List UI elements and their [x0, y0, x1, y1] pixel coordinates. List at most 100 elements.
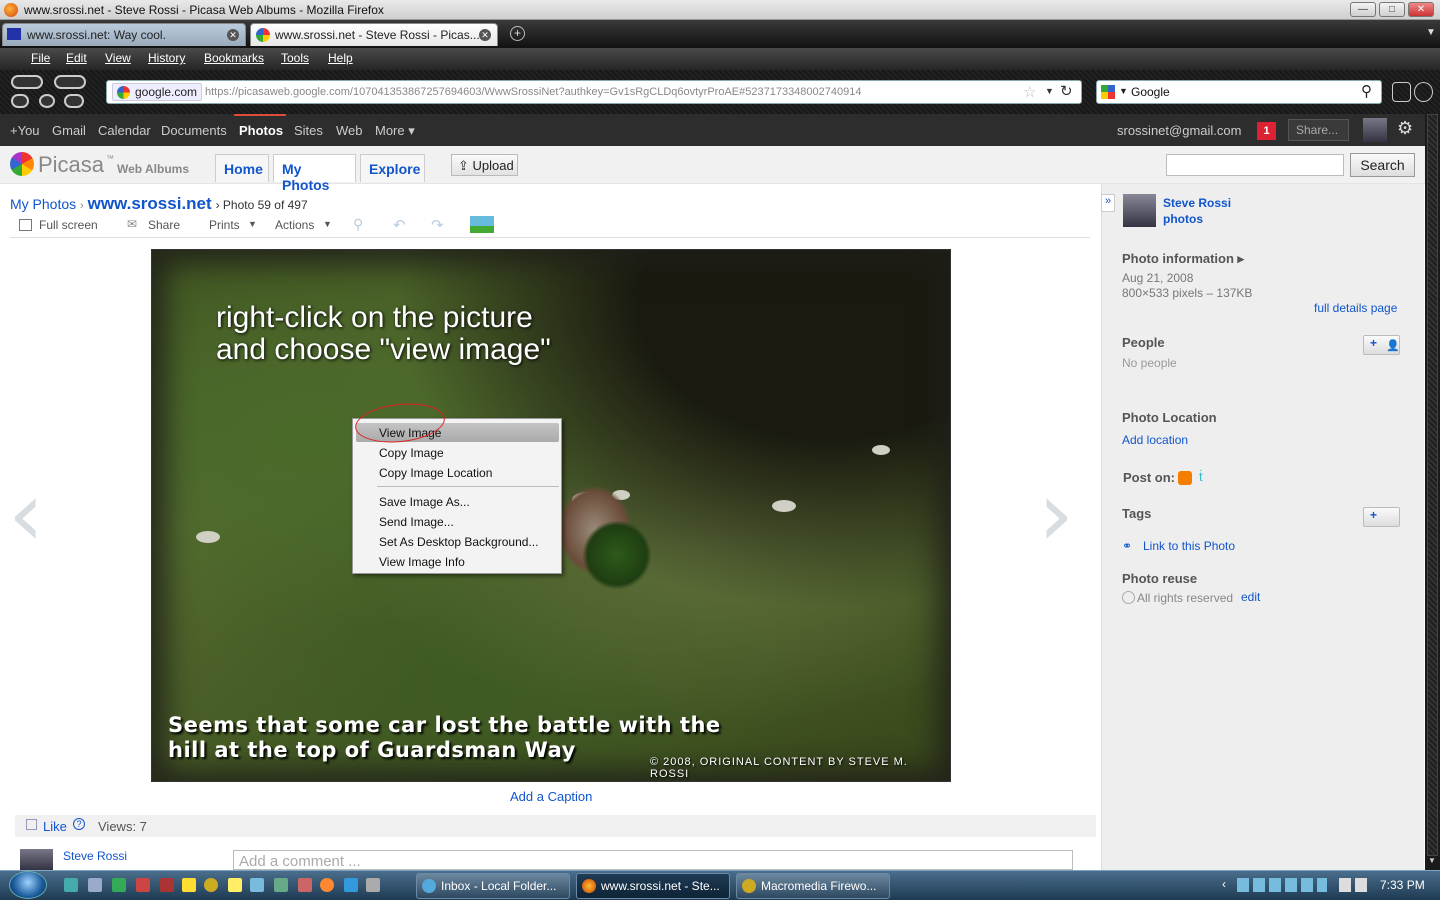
- notification-badge[interactable]: 1: [1257, 122, 1276, 140]
- comment-input[interactable]: Add a comment ...: [233, 850, 1073, 870]
- forward-icon[interactable]: [54, 75, 86, 89]
- reload-icon[interactable]: [11, 94, 29, 108]
- scrollbar-thumb[interactable]: [1427, 114, 1438, 856]
- menu-view-image-info[interactable]: View Image Info: [379, 555, 465, 569]
- quicklaunch-icon[interactable]: [274, 878, 288, 892]
- menu-tools[interactable]: Tools: [281, 51, 309, 65]
- avatar[interactable]: [1363, 118, 1387, 142]
- menu-history[interactable]: History: [148, 51, 185, 65]
- site-identity-button[interactable]: google.com: [112, 83, 203, 101]
- quicklaunch-icon[interactable]: [182, 878, 196, 892]
- avatar[interactable]: [20, 849, 53, 870]
- menu-save-image[interactable]: Save Image As...: [379, 495, 470, 509]
- help-icon[interactable]: ?: [73, 818, 85, 830]
- actions-menu[interactable]: Actions: [275, 218, 314, 232]
- next-photo-button[interactable]: ›: [1038, 470, 1074, 560]
- fullscreen-icon[interactable]: [19, 219, 32, 231]
- chevron-down-icon[interactable]: ▼: [323, 219, 332, 229]
- photo-info-title[interactable]: Photo information ▸: [1122, 251, 1244, 267]
- prev-photo-button[interactable]: ‹: [8, 470, 44, 560]
- dropdown-icon[interactable]: ▼: [1045, 86, 1054, 96]
- stop-icon[interactable]: [39, 94, 55, 108]
- comment-author[interactable]: Steve Rossi: [63, 849, 127, 863]
- quicklaunch-icon[interactable]: [160, 878, 174, 892]
- quicklaunch-icon[interactable]: [366, 878, 380, 892]
- prints-menu[interactable]: Prints: [209, 218, 240, 232]
- picasa-logo[interactable]: Picasa: [38, 152, 104, 178]
- set-cover-icon[interactable]: [470, 216, 494, 233]
- quicklaunch-icon[interactable]: [250, 878, 264, 892]
- gbar-photos[interactable]: Photos: [239, 123, 283, 138]
- add-location-link[interactable]: Add location: [1122, 433, 1188, 447]
- task-inbox[interactable]: Inbox - Local Folder...: [416, 873, 570, 899]
- add-tag-button[interactable]: +: [1363, 507, 1400, 527]
- rotate-left-icon[interactable]: ↶: [393, 216, 406, 234]
- share-button[interactable]: Share...: [1288, 119, 1349, 141]
- breadcrumb-album[interactable]: www.srossi.net: [88, 194, 212, 213]
- gbar-more[interactable]: More ▾: [375, 123, 415, 139]
- quicklaunch-icon[interactable]: [320, 878, 334, 892]
- full-details-link[interactable]: full details page: [1314, 301, 1397, 315]
- quicklaunch-icon[interactable]: [344, 878, 358, 892]
- quicklaunch-icon[interactable]: [136, 878, 150, 892]
- picasa-logo-icon[interactable]: [10, 152, 34, 176]
- edit-rights-link[interactable]: edit: [1241, 590, 1260, 604]
- owner-photos-link[interactable]: photos: [1163, 212, 1203, 226]
- clock[interactable]: 7:33 PM: [1380, 878, 1425, 892]
- home-icon[interactable]: [64, 94, 84, 108]
- quicklaunch-icon[interactable]: [204, 878, 218, 892]
- show-desktop-icon[interactable]: [64, 878, 78, 892]
- menu-set-desktop-bg[interactable]: Set As Desktop Background...: [379, 535, 538, 549]
- bookmark-star-icon[interactable]: ☆: [1023, 83, 1036, 101]
- addon-icon[interactable]: [1392, 82, 1411, 102]
- quicklaunch-icon[interactable]: [298, 878, 312, 892]
- maximize-button[interactable]: □: [1379, 2, 1405, 17]
- task-firefox[interactable]: www.srossi.net - Ste...: [576, 873, 730, 899]
- breadcrumb-my-photos[interactable]: My Photos: [10, 196, 76, 212]
- gbar-you[interactable]: +You: [10, 123, 40, 138]
- twitter-icon[interactable]: ṫ: [1199, 469, 1203, 484]
- back-icon[interactable]: [11, 75, 43, 89]
- task-fireworks[interactable]: Macromedia Firewo...: [736, 873, 890, 899]
- tab-home[interactable]: Home: [215, 154, 269, 182]
- gbar-calendar[interactable]: Calendar: [98, 123, 151, 138]
- new-tab-button[interactable]: +: [510, 26, 525, 41]
- quicklaunch-icon[interactable]: [88, 878, 102, 892]
- menu-edit[interactable]: Edit: [66, 51, 87, 65]
- fullscreen-button[interactable]: Full screen: [39, 218, 98, 232]
- mail-icon[interactable]: ✉: [127, 217, 137, 231]
- upload-button[interactable]: ⇪ Upload: [451, 154, 518, 176]
- search-button[interactable]: Search: [1350, 153, 1415, 177]
- menu-send-image[interactable]: Send Image...: [379, 515, 454, 529]
- menu-copy-image[interactable]: Copy Image: [379, 446, 444, 460]
- share-link[interactable]: Share: [148, 218, 180, 232]
- tab-my-photos[interactable]: My Photos: [273, 154, 356, 193]
- tray-icons[interactable]: [1237, 878, 1327, 892]
- gbar-web[interactable]: Web: [336, 123, 363, 138]
- address-bar[interactable]: google.com https://picasaweb.google.com/…: [106, 80, 1082, 104]
- owner-name[interactable]: Steve Rossi: [1163, 196, 1231, 210]
- close-tab-icon[interactable]: ✕: [479, 29, 491, 41]
- engine-dropdown-icon[interactable]: ▼: [1119, 86, 1128, 96]
- tray-expand-icon[interactable]: ‹: [1222, 877, 1226, 891]
- like-icon[interactable]: [26, 819, 37, 830]
- link-photo-link[interactable]: Link to this Photo: [1143, 539, 1235, 553]
- system-tray-icons[interactable]: [1339, 878, 1369, 892]
- gbar-sites[interactable]: Sites: [294, 123, 323, 138]
- go-icon[interactable]: ↻: [1060, 82, 1073, 100]
- close-tab-icon[interactable]: ✕: [227, 29, 239, 41]
- gbar-gmail[interactable]: Gmail: [52, 123, 86, 138]
- blogger-icon[interactable]: [1178, 471, 1192, 485]
- add-caption-link[interactable]: Add a Caption: [510, 789, 592, 804]
- quicklaunch-icon[interactable]: [228, 878, 242, 892]
- start-button[interactable]: [9, 871, 47, 899]
- search-input[interactable]: [1166, 154, 1344, 176]
- minimize-button[interactable]: —: [1350, 2, 1376, 17]
- menu-file[interactable]: File: [31, 51, 50, 65]
- search-bar[interactable]: ▼ Google ⚲: [1096, 80, 1382, 104]
- tab-list-icon[interactable]: ▼: [1426, 27, 1436, 38]
- vertical-scrollbar[interactable]: ▼: [1425, 114, 1440, 870]
- quicklaunch-icon[interactable]: [112, 878, 126, 892]
- close-button[interactable]: ✕: [1408, 2, 1434, 17]
- rotate-right-icon[interactable]: ↷: [431, 216, 444, 234]
